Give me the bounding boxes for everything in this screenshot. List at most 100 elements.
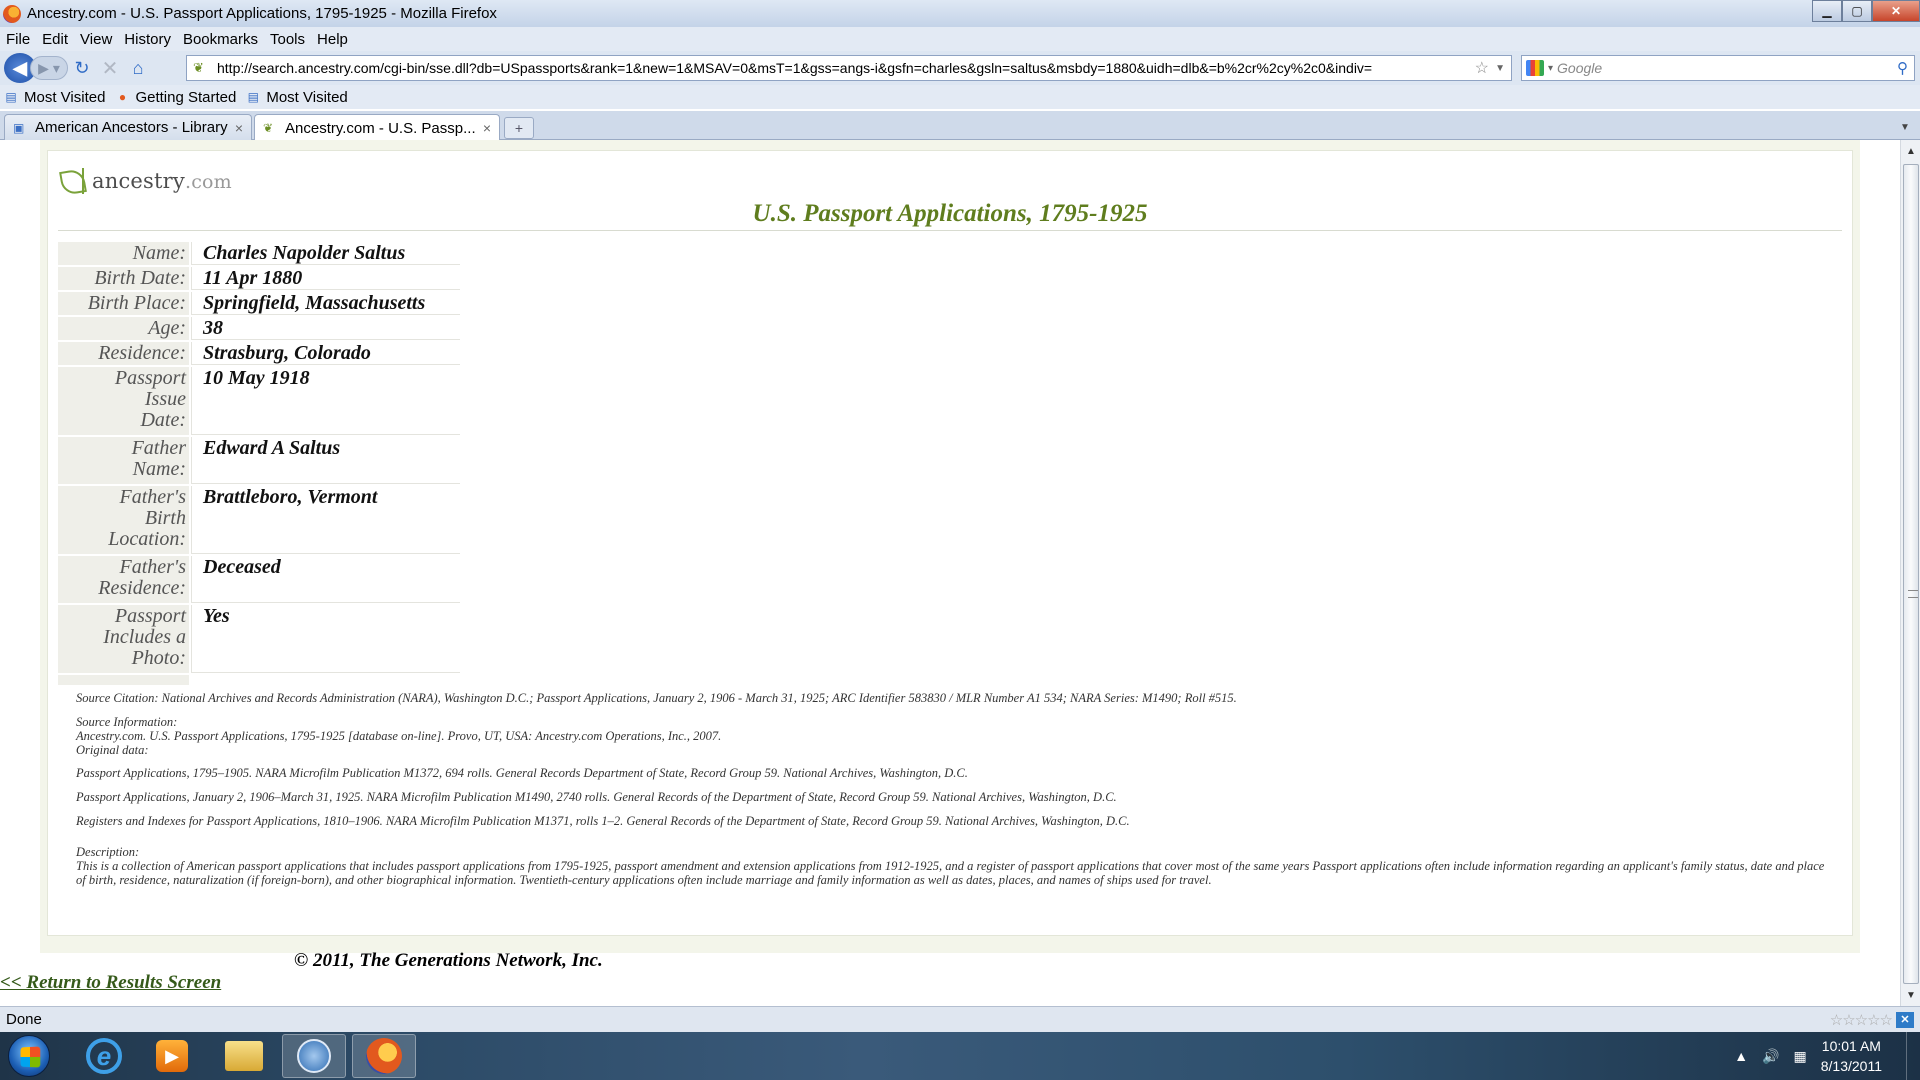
window-controls: ▁ ▢ ✕ [1812, 0, 1920, 22]
tab-list-button[interactable]: ▼ [1894, 117, 1916, 137]
thunderbird-icon [297, 1039, 331, 1073]
tab-close-icon[interactable]: × [235, 120, 243, 136]
table-row: Name: Charles Napolder Saltus [58, 242, 460, 267]
url-dropdown-icon[interactable]: ▼ [1495, 63, 1505, 74]
tab-label: Ancestry.com - U.S. Passp... [285, 119, 476, 137]
menu-history[interactable]: History [124, 31, 171, 48]
addon-icon[interactable]: ✕ [1896, 1011, 1914, 1028]
table-row: Father's Birth Location: Brattleboro, Ve… [58, 485, 460, 556]
field-value: Strasburg, Colorado [189, 341, 460, 367]
system-tray: ▲ 🔊 ▦ 10:01 AM 8/13/2011 [1734, 1032, 1920, 1080]
logo-text: ancestry.com [92, 169, 232, 193]
rating-stars-icon[interactable]: ☆☆☆☆☆ [1830, 1011, 1893, 1029]
maximize-button[interactable]: ▢ [1842, 0, 1872, 22]
bookmarks-toolbar: ▤ Most Visited ● Getting Started ▤ Most … [0, 85, 1920, 109]
field-label: Father Name: [58, 436, 190, 486]
taskbar-thunderbird[interactable] [282, 1034, 346, 1078]
menu-view[interactable]: View [80, 31, 112, 48]
windows-taskbar: e ▶ ▲ 🔊 ▦ 10:01 AM 8/13/2011 [0, 1032, 1920, 1080]
chevron-down-icon: ▼ [1900, 121, 1910, 133]
search-engine-dropdown-icon[interactable]: ▾ [1548, 63, 1553, 74]
tab-american-ancestors[interactable]: ▣ American Ancestors - Library × [4, 114, 252, 140]
taskbar-firefox[interactable] [352, 1034, 416, 1078]
clock-time: 10:01 AM [1821, 1038, 1881, 1054]
rss-folder-icon: ▤ [247, 90, 260, 104]
field-value-spacer [189, 674, 460, 687]
firefox-icon [3, 4, 21, 23]
forward-button[interactable]: ▶ ▾ [30, 56, 68, 80]
bookmark-star-icon[interactable]: ☆ [1475, 58, 1489, 78]
field-value: Deceased [189, 555, 460, 605]
search-box[interactable]: ▾ Google ⚲ [1521, 55, 1915, 81]
firefox-icon [366, 1038, 402, 1074]
stop-icon: ✕ [101, 57, 119, 80]
search-icon[interactable]: ⚲ [1897, 59, 1908, 77]
menu-file[interactable]: File [6, 31, 30, 48]
menu-help[interactable]: Help [317, 31, 348, 48]
description-heading: Description: [76, 845, 140, 859]
original-data-heading: Original data: [76, 743, 149, 757]
table-row: Passport Issue Date: 10 May 1918 [58, 366, 460, 437]
page-favicon-icon: ▣ [13, 120, 25, 135]
scrollbar-thumb[interactable] [1903, 164, 1919, 984]
minimize-button[interactable]: ▁ [1812, 0, 1842, 22]
menu-tools[interactable]: Tools [270, 31, 305, 48]
taskbar-media-player[interactable]: ▶ [140, 1034, 204, 1078]
original-data-item: Passport Applications, January 2, 1906–M… [76, 790, 1117, 804]
field-value: 11 Apr 1880 [189, 266, 460, 292]
status-bar: Done ☆☆☆☆☆ ✕ [0, 1006, 1920, 1032]
tab-ancestry-passport[interactable]: ❦ Ancestry.com - U.S. Passp... × [254, 114, 500, 141]
close-button[interactable]: ✕ [1872, 0, 1920, 22]
tab-close-icon[interactable]: × [483, 120, 491, 136]
new-tab-button[interactable]: + [504, 117, 534, 139]
bookmark-getting-started[interactable]: ● Getting Started [115, 88, 237, 106]
description-text: This is a collection of American passpor… [76, 859, 1825, 887]
table-row: Birth Place: Springfield, Massachusetts [58, 291, 460, 317]
table-row: Residence: Strasburg, Colorado [58, 341, 460, 367]
table-row-spacer [58, 674, 460, 687]
original-data-item: Passport Applications, 1795–1905. NARA M… [76, 766, 968, 780]
scroll-down-icon[interactable]: ▼ [1901, 986, 1920, 1004]
field-value: Springfield, Massachusetts [189, 291, 460, 317]
speaker-icon[interactable]: 🔊 [1762, 1048, 1779, 1065]
stop-button[interactable]: ✕ [96, 54, 124, 82]
field-value: Edward A Saltus [189, 436, 460, 486]
vertical-scrollbar[interactable]: ▲ ▼ [1900, 140, 1920, 1006]
menu-edit[interactable]: Edit [42, 31, 68, 48]
media-player-icon: ▶ [156, 1040, 188, 1072]
bookmark-most-visited[interactable]: ▤ Most Visited [4, 89, 105, 106]
plus-icon: + [514, 120, 524, 136]
google-icon[interactable] [1526, 60, 1544, 76]
show-desktop-button[interactable] [1906, 1032, 1920, 1080]
network-icon[interactable]: ▦ [1794, 1048, 1807, 1065]
logo-suffix-text: .com [184, 171, 232, 193]
source-citation: Source Citation: National Archives and R… [76, 691, 1237, 705]
scroll-up-icon[interactable]: ▲ [1901, 142, 1920, 160]
url-bar[interactable]: ❦ http://search.ancestry.com/cgi-bin/sse… [186, 55, 1512, 81]
bookmark-most-visited-2[interactable]: ▤ Most Visited [246, 88, 348, 106]
table-row: Passport Includes a Photo: Yes [58, 604, 460, 675]
home-button[interactable]: ⌂ [124, 54, 152, 82]
bookmark-label: Most Visited [24, 88, 106, 106]
bookmark-label: Most Visited [266, 88, 348, 106]
table-row: Father Name: Edward A Saltus [58, 436, 460, 486]
system-clock[interactable]: 10:01 AM 8/13/2011 [1821, 1036, 1882, 1076]
field-label: Age: [58, 316, 190, 342]
field-label: Residence: [58, 341, 190, 367]
reload-button[interactable]: ↻ [68, 54, 96, 82]
window-title: Ancestry.com - U.S. Passport Application… [27, 5, 497, 22]
return-to-results-link[interactable]: << Return to Results Screen [0, 972, 221, 994]
status-text: Done [6, 1011, 42, 1028]
show-hidden-icons-icon[interactable]: ▲ [1734, 1048, 1748, 1064]
search-placeholder: Google [1557, 60, 1603, 76]
field-label-spacer [58, 674, 190, 687]
internet-explorer-icon: e [86, 1038, 122, 1074]
bookmark-label: Getting Started [135, 88, 237, 106]
firefox-icon: ● [118, 90, 127, 104]
field-label: Passport Issue Date: [58, 366, 190, 437]
menu-bookmarks[interactable]: Bookmarks [183, 31, 258, 48]
taskbar-explorer[interactable] [212, 1034, 276, 1078]
ancestry-logo[interactable]: ancestry.com [58, 166, 232, 196]
taskbar-internet-explorer[interactable]: e [72, 1034, 136, 1078]
start-button[interactable] [8, 1035, 50, 1077]
